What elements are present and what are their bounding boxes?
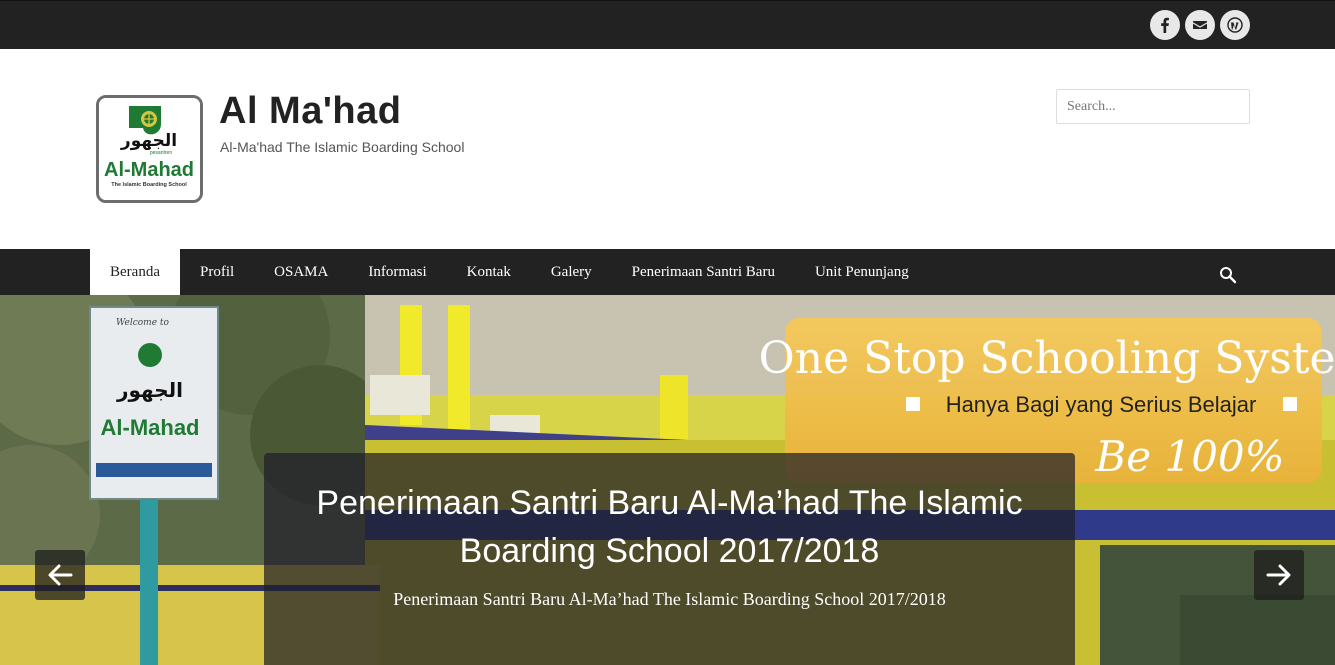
banner-line-1: One Stop Schooling System <box>759 333 1335 384</box>
search-input[interactable] <box>1056 89 1250 124</box>
slide-caption: Penerimaan Santri Baru Al-Ma’had The Isl… <box>264 453 1075 665</box>
banner-line-3: Be 100% <box>1094 432 1284 481</box>
search-icon[interactable] <box>1219 266 1237 284</box>
nav-item-galery[interactable]: Galery <box>531 249 612 295</box>
svg-text:الجهور: الجهور <box>116 378 183 402</box>
wordpress-icon[interactable] <box>1220 10 1250 40</box>
svg-text:The Islamic Boarding School: The Islamic Boarding School <box>111 182 187 188</box>
svg-text:pesantren: pesantren <box>150 150 172 156</box>
facebook-icon[interactable] <box>1150 10 1180 40</box>
nav-item-kontak[interactable]: Kontak <box>447 249 531 295</box>
nav-item-beranda[interactable]: Beranda <box>90 249 180 295</box>
site-title[interactable]: Al Ma'had <box>219 90 401 133</box>
top-bar <box>0 0 1335 49</box>
hero-slider: Welcome to الجهور Al-Mahad One Stop Scho… <box>0 295 1335 665</box>
slide-caption-title[interactable]: Penerimaan Santri Baru Al-Ma’had The Isl… <box>264 479 1075 575</box>
site-logo[interactable]: الجهور pesantren Al-Mahad The Islamic Bo… <box>96 95 203 203</box>
site-description: Al-Ma'had The Islamic Boarding School <box>220 139 465 155</box>
svg-text:Al-Mahad: Al-Mahad <box>104 159 194 181</box>
social-links <box>1150 10 1250 40</box>
nav-item-penerimaan-santri-baru[interactable]: Penerimaan Santri Baru <box>612 249 795 295</box>
arrow-left-icon <box>48 564 73 586</box>
nav-item-unit-penunjang[interactable]: Unit Penunjang <box>795 249 929 295</box>
main-navigation: Beranda Profil OSAMA Informasi Kontak Ga… <box>0 249 1335 295</box>
email-icon[interactable] <box>1185 10 1215 40</box>
svg-text:Al-Mahad: Al-Mahad <box>101 415 200 440</box>
arrow-right-icon <box>1266 564 1291 586</box>
slider-next-button[interactable] <box>1254 550 1304 600</box>
banner-line-2: Hanya Bagi yang Serius Belajar <box>946 392 1257 417</box>
slide-caption-text: Penerimaan Santri Baru Al-Ma’had The Isl… <box>393 589 946 609</box>
nav-item-osama[interactable]: OSAMA <box>254 249 348 295</box>
svg-text:الجهور: الجهور <box>120 131 177 151</box>
nav-item-profil[interactable]: Profil <box>180 249 254 295</box>
nav-item-informasi[interactable]: Informasi <box>348 249 446 295</box>
sign-welcome-text: Welcome to <box>116 318 170 328</box>
slider-prev-button[interactable] <box>35 550 85 600</box>
site-header: الجهور pesantren Al-Mahad The Islamic Bo… <box>0 49 1335 249</box>
